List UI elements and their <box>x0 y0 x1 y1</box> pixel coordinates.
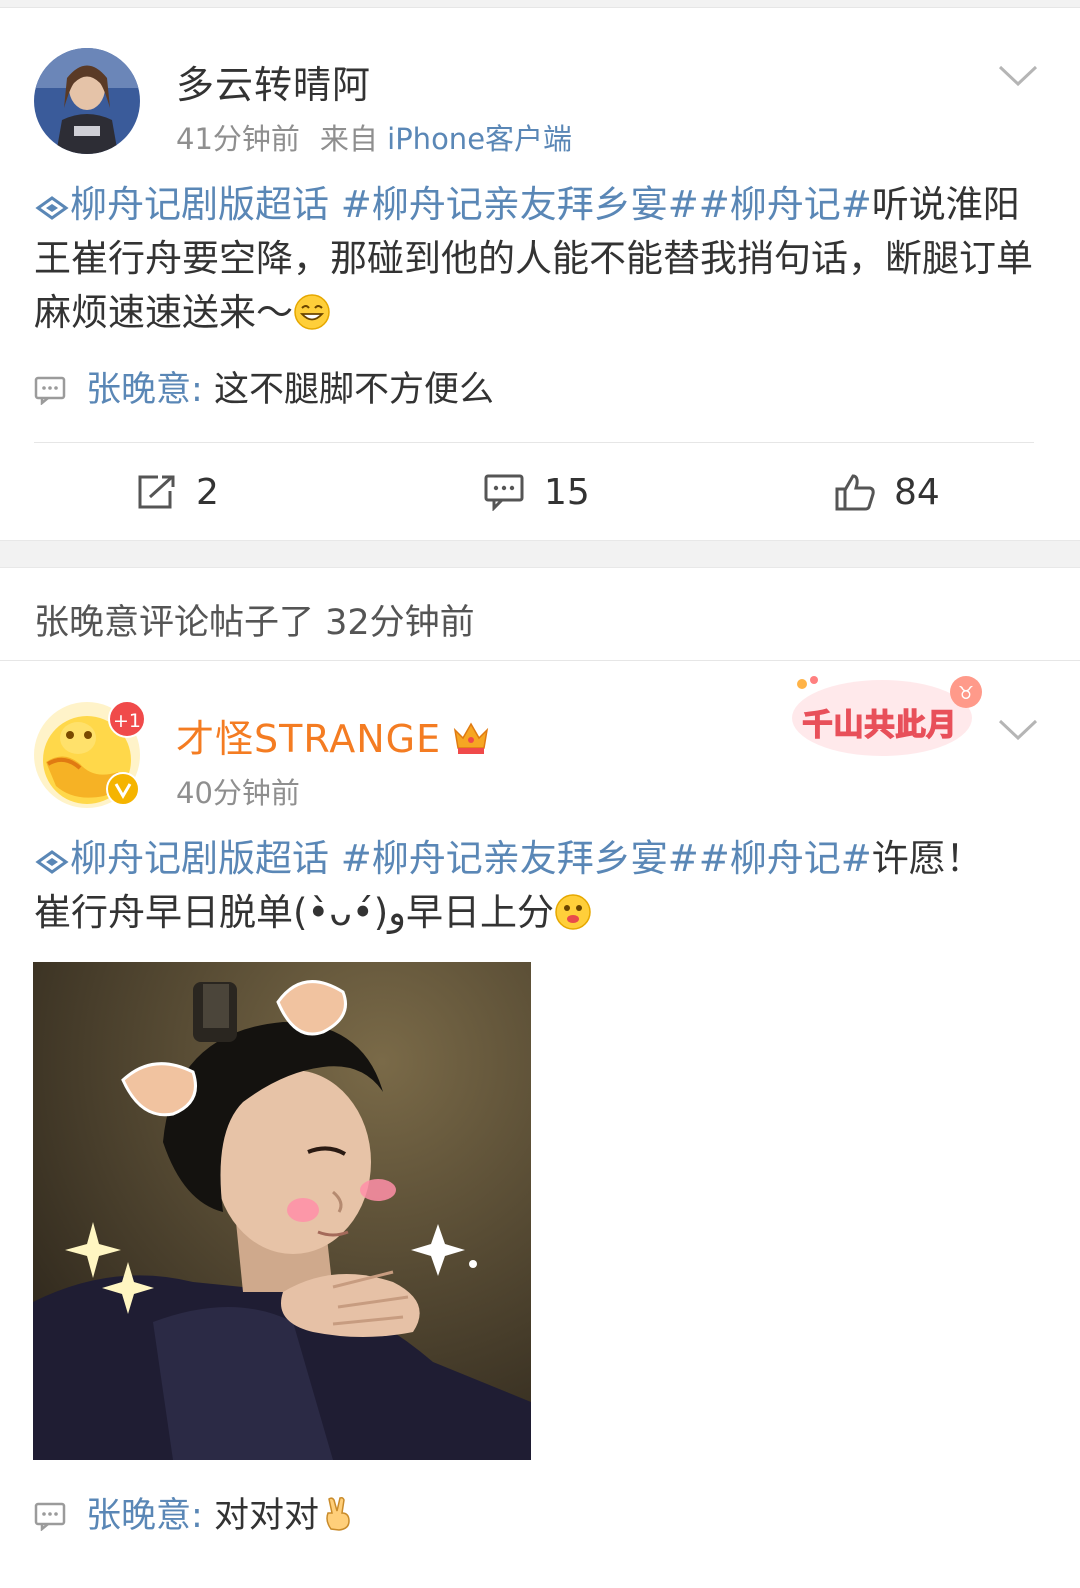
post-meta: 41分钟前 来自 iPhone客户端 <box>176 116 572 158</box>
comment-icon <box>34 376 66 405</box>
post-content: 柳舟记剧版超话 #柳舟记亲友拜乡宴##柳舟记#听说淮阳王崔行舟要空降，那碰到他的… <box>34 178 1044 340</box>
post-content: 柳舟记剧版超话 #柳舟记亲友拜乡宴##柳舟记#许愿！ 崔行舟早日脱单(•̀ᴗ•́… <box>34 832 1044 940</box>
comment-colon: : <box>191 370 203 410</box>
verified-badge-icon <box>106 772 140 806</box>
comment-colon: : <box>191 1496 203 1536</box>
chevron-down-icon[interactable] <box>998 718 1038 742</box>
card-sticker: ♉ 千山共此月 <box>790 670 990 760</box>
comment-notice[interactable]: 张晚意评论帖子了 32分钟前 <box>34 594 475 645</box>
post-body-text: 崔行舟早日脱单(•̀ᴗ•́)و早日上分 <box>34 891 555 934</box>
grin-emoji-icon <box>294 294 330 330</box>
supertopic-link[interactable]: 柳舟记剧版超话 <box>34 183 329 226</box>
repost-button[interactable]: 2 <box>136 452 219 532</box>
source-prefix: 来自 <box>319 122 378 156</box>
comment-author[interactable]: 张晚意 <box>86 1496 191 1536</box>
weibo-post: +1 才怪STRANGE 40分钟前 ♉ 千山共此月 柳舟记剧版超话 #柳舟记亲… <box>0 662 1080 1588</box>
weibo-post: 多云转晴阿 41分钟前 来自 iPhone客户端 柳舟记剧版超话 #柳舟记亲友拜乡… <box>0 8 1080 540</box>
comment-author[interactable]: 张晚意 <box>86 370 191 410</box>
divider <box>34 442 1034 443</box>
thumbs-up-icon <box>835 474 875 511</box>
victory-hand-emoji-icon <box>326 1497 350 1531</box>
post-time: 40分钟前 <box>176 776 300 810</box>
comment-icon <box>484 474 524 511</box>
divider <box>0 660 1080 661</box>
post-body-text: 许愿！ <box>871 837 983 880</box>
notification-badge: +1 <box>108 700 146 738</box>
action-bar: 2 15 84 <box>0 452 1080 532</box>
post-time: 41分钟前 <box>176 122 300 156</box>
hashtag-link[interactable]: #柳舟记# <box>699 183 872 226</box>
top-separator <box>0 0 1080 8</box>
repost-icon <box>138 475 175 509</box>
avatar[interactable] <box>34 48 140 154</box>
like-count: 84 <box>894 471 940 513</box>
username[interactable]: 才怪STRANGE <box>176 708 491 763</box>
supertopic-icon <box>35 850 69 874</box>
hashtag-link[interactable]: #柳舟记亲友拜乡宴# <box>341 183 699 226</box>
comment-text: 这不腿脚不方便么 <box>213 370 494 410</box>
like-button[interactable]: 84 <box>834 452 940 532</box>
tongue-emoji-icon <box>555 894 591 930</box>
svg-text:♉: ♉ <box>958 683 974 704</box>
section-gap <box>0 540 1080 568</box>
supertopic-link[interactable]: 柳舟记剧版超话 <box>34 837 329 880</box>
hot-comment[interactable]: 张晚意: 对对对 <box>34 1492 357 1540</box>
post-image[interactable] <box>33 962 531 1460</box>
comment-icon <box>34 1502 66 1531</box>
sticker-text: 千山共此月 <box>802 707 958 744</box>
hashtag-link[interactable]: #柳舟记# <box>699 837 872 880</box>
hashtag-link[interactable]: #柳舟记亲友拜乡宴# <box>341 837 699 880</box>
supertopic-icon <box>35 196 69 220</box>
comment-count: 15 <box>544 471 590 513</box>
repost-count: 2 <box>196 471 219 513</box>
hot-comment[interactable]: 张晚意: 这不腿脚不方便么 <box>34 366 494 414</box>
member-crown-icon <box>453 722 489 754</box>
chevron-down-icon[interactable] <box>998 64 1038 88</box>
comment-text: 对对对 <box>213 1496 319 1536</box>
username[interactable]: 多云转晴阿 <box>176 54 371 109</box>
comment-button[interactable]: 15 <box>484 452 590 532</box>
post-source[interactable]: iPhone客户端 <box>387 122 572 156</box>
